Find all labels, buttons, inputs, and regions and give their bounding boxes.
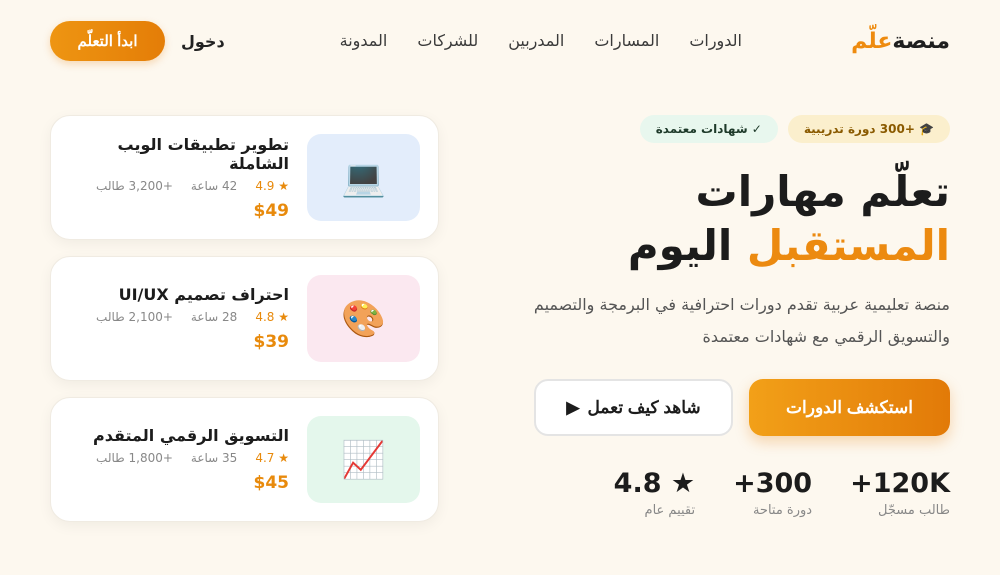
course-hours: 28 ساعة [190, 310, 238, 324]
course-students: +2,100 طالب [96, 310, 173, 324]
course-thumbnail: 🎨 [307, 275, 420, 362]
course-hours: 42 ساعة [190, 178, 238, 193]
course-title: تطوير تطبيقات الويب الشاملة [117, 134, 289, 173]
nav-link-blog[interactable]: المدونة [340, 31, 388, 50]
hero-headline: تعلّم مهارات المستقبل اليوم [500, 165, 950, 273]
brand-logo[interactable]: منصة علّم [851, 29, 950, 54]
headline-accent: المستقبل [746, 221, 950, 270]
nav-actions: ابدأ التعلّم دخول [50, 21, 225, 61]
featured-courses: 💻 تطوير تطبيقات الويب الشاملة ★ 4.9 42 س… [50, 115, 439, 522]
course-title: احتراف تصميم UI/UX [118, 285, 289, 304]
logo-main: منصة [892, 28, 950, 54]
hero-stats: +120K طالب مسجّل +300 دورة متاحة 4.8 ★ ت… [500, 468, 950, 518]
course-card-uiux[interactable]: 🎨 احتراف تصميم UI/UX ★ 4.8 28 ساعة +2,10… [50, 256, 439, 381]
headline-line1: تعلّم مهارات [695, 167, 950, 216]
course-rating: ★ 4.8 [255, 310, 289, 324]
course-price: $45 [253, 473, 290, 493]
nav-link-instructors[interactable]: المدربين [508, 31, 564, 50]
course-card-web[interactable]: 💻 تطوير تطبيقات الويب الشاملة ★ 4.9 42 س… [50, 115, 439, 240]
certificates-badge: ✓ شهادات معتمدة [639, 115, 778, 143]
stat-courses: +300 دورة متاحة [733, 468, 812, 518]
hero-badges: 🎓 +300 دورة تدريبية ✓ شهادات معتمدة [500, 115, 950, 143]
nav-links: الدورات المسارات المدربين للشركات المدون… [340, 31, 742, 50]
courses-count-badge: 🎓 +300 دورة تدريبية [787, 115, 950, 143]
course-meta: ★ 4.8 28 ساعة +2,100 طالب [96, 310, 289, 324]
course-info: التسويق الرقمي المتقدم ★ 4.7 35 ساعة +1,… [69, 426, 289, 493]
chart-icon: 📈 [341, 439, 386, 481]
headline-rest: اليوم [627, 221, 733, 270]
course-hours: 35 ساعة [190, 451, 238, 465]
course-title: التسويق الرقمي المتقدم [93, 426, 289, 445]
course-thumbnail: 📈 [307, 416, 420, 503]
course-meta: ★ 4.7 35 ساعة +1,800 طالب [96, 451, 289, 465]
course-info: تطوير تطبيقات الويب الشاملة ★ 4.9 42 ساع… [69, 135, 289, 221]
stat-value: +300 [733, 468, 813, 499]
laptop-icon: 💻 [341, 157, 386, 199]
nav-link-paths[interactable]: المسارات [594, 31, 659, 50]
course-price: $49 [253, 200, 290, 221]
course-students: +1,800 طالب [96, 451, 173, 465]
course-card-marketing[interactable]: 📈 التسويق الرقمي المتقدم ★ 4.7 35 ساعة +… [50, 397, 439, 522]
stat-rating: 4.8 ★ تقييم عام [614, 468, 695, 518]
stat-value: 4.8 ★ [613, 468, 696, 499]
course-meta: ★ 4.9 42 ساعة +3,200 طالب [96, 179, 289, 193]
top-navbar: منصة علّم الدورات المسارات المدربين للشرك… [0, 0, 1000, 82]
hero-description: منصة تعليمية عربية تقدم دورات احترافية ف… [533, 295, 950, 346]
nav-link-courses[interactable]: الدورات [689, 31, 742, 50]
stat-label: دورة متاحة [752, 503, 813, 518]
hero-cta-row: استكشف الدورات شاهد كيف تعمل ▶ [500, 379, 950, 436]
course-price: $39 [253, 332, 290, 352]
palette-icon: 🎨 [341, 298, 386, 340]
course-rating: ★ 4.9 [255, 178, 289, 193]
course-info: احتراف تصميم UI/UX ★ 4.8 28 ساعة +2,100 … [69, 285, 289, 352]
stat-students: +120K طالب مسجّل [850, 468, 950, 518]
start-learning-button[interactable]: ابدأ التعلّم [50, 21, 165, 61]
course-thumbnail: 💻 [307, 134, 420, 221]
watch-button-label: شاهد كيف تعمل [587, 397, 701, 417]
login-link[interactable]: دخول [181, 32, 225, 51]
logo-accent: علّم [851, 28, 893, 54]
hero-section: 🎓 +300 دورة تدريبية ✓ شهادات معتمدة تعلّ… [500, 115, 950, 518]
nav-link-business[interactable]: للشركات [417, 31, 478, 50]
course-students: +3,200 طالب [96, 178, 173, 193]
play-icon: ▶ [566, 397, 580, 417]
stat-label: طالب مسجّل [878, 503, 950, 518]
stat-value: +120K [850, 468, 950, 499]
course-rating: ★ 4.7 [255, 451, 289, 465]
stat-label: تقييم عام [644, 503, 696, 518]
watch-how-button[interactable]: شاهد كيف تعمل ▶ [534, 379, 733, 436]
explore-courses-button[interactable]: استكشف الدورات [749, 379, 950, 436]
